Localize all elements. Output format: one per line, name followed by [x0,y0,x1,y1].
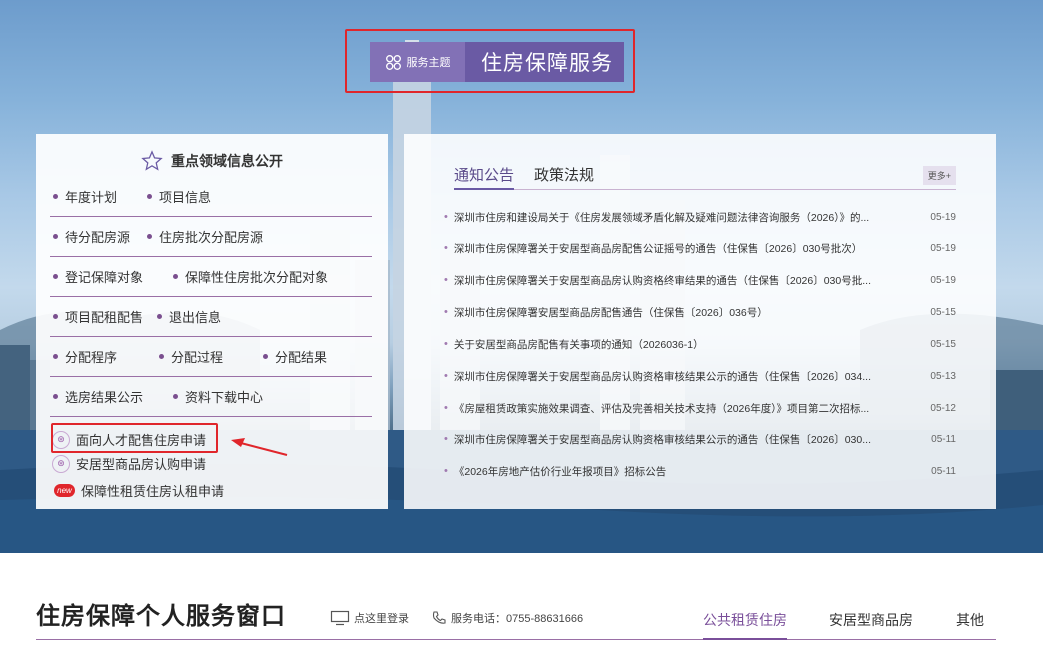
news-title: 深圳市住房保障署关于安居型商品房认购资格审核结果公示的通告（住保售〔2026〕0… [453,370,871,383]
link-registered-objects[interactable]: 登记保障对象 [53,267,143,286]
news-item[interactable]: 深圳市住房保障署关于安居型商品房认购资格审核结果公示的通告（住保售〔2026〕0… [444,429,956,449]
news-date: 05-11 [931,465,956,477]
link-exit-info[interactable]: 退出信息 [157,307,221,326]
tab-notices[interactable]: 通知公告 [454,164,515,190]
news-date: 05-11 [931,433,956,445]
key-info-row: 年度计划 项目信息 [50,177,372,217]
news-item[interactable]: 《2026年房地产估价行业年报项目》招标公告 05-11 [444,461,956,481]
news-title: 关于安居型商品房配售有关事项的通知（2026036-1） [453,338,704,351]
highlight-box [51,423,218,453]
link-project-info[interactable]: 项目信息 [147,187,211,206]
link-download-center[interactable]: 资料下载中心 [173,387,263,406]
news-date: 05-19 [930,211,956,223]
key-info-row: 选房结果公示 资料下载中心 [50,377,372,417]
affordable-housing-application-link[interactable]: ⊛ 安居型商品房认购申请 [52,454,206,473]
application-label: 保障性租赁住房认租申请 [81,484,225,499]
news-date: 05-19 [930,242,956,254]
key-info-header: 重点领域信息公开 [36,150,388,172]
news-title: 深圳市住房保障署安居型商品房配售通告（住保售〔2026〕036号） [453,306,768,319]
login-label: 点这里登录 [354,613,409,625]
arrow-annotation-icon [231,438,288,456]
phone-label: 服务电话：0755-88631666 [451,613,584,625]
news-item[interactable]: 深圳市住房保障署关于安居型商品房配售公证摇号的通告（住保售〔2026〕030号批… [444,238,956,258]
link-batch-objects[interactable]: 保障性住房批次分配对象 [173,267,328,286]
link-allocation-result[interactable]: 分配结果 [263,347,327,366]
tab-public-rental[interactable]: 公共租赁住房 [703,610,787,640]
phone-icon [432,611,446,624]
news-title: 深圳市住房和建设局关于《住房发展领域矛盾化解及疑难问题法律咨询服务（2026）》… [453,211,870,224]
page-title: 住房保障服务 [481,52,613,75]
login-link[interactable]: 点这里登录 [330,610,409,626]
link-allocation-procedure[interactable]: 分配程序 [53,347,117,366]
news-item[interactable]: 深圳市住房保障署关于安居型商品房认购资格审核结果公示的通告（住保售〔2026〕0… [444,366,956,386]
service-phone: 服务电话：0755-88631666 [431,610,583,626]
news-date: 05-15 [930,306,956,318]
section-title: 住房保障个人服务窗口 [36,603,286,630]
tab-affordable-housing[interactable]: 安居型商品房 [829,610,913,640]
news-item[interactable]: 深圳市住房和建设局关于《住房发展领域矛盾化解及疑难问题法律咨询服务（2026）》… [444,207,956,227]
link-selection-results[interactable]: 选房结果公示 [53,387,143,406]
news-item[interactable]: 关于安居型商品房配售有关事项的通知（2026036-1） 05-15 [444,334,956,354]
more-button[interactable]: 更多+ [922,166,956,185]
key-info-row: 待分配房源 住房批次分配房源 [50,217,372,257]
link-project-allocation[interactable]: 项目配租配售 [53,307,143,326]
news-item[interactable]: 深圳市住房保障署关于安居型商品房认购资格终审结果的通告（住保售〔2026〕030… [444,270,956,290]
application-label: 安居型商品房认购申请 [76,457,207,472]
news-date: 05-13 [930,370,956,382]
news-title: 深圳市住房保障署关于安居型商品房配售公证摇号的通告（住保售〔2026〕030号批… [453,242,863,255]
news-title: 《房屋租赁政策实施效果调查、评估及完善相关技术支持（2026年度）》项目第二次招… [453,402,870,415]
tab-other[interactable]: 其他 [956,610,984,640]
news-date: 05-12 [930,402,956,414]
news-title: 深圳市住房保障署关于安居型商品房认购资格终审结果的通告（住保售〔2026〕030… [453,274,871,287]
personal-service-window: 住房保障个人服务窗口 点这里登录 服务电话：0755-88631666 公共租赁… [36,590,996,640]
link-allocation-process[interactable]: 分配过程 [159,347,223,366]
notice-tabs: 通知公告 政策法规 更多+ [454,164,956,190]
news-item[interactable]: 《房屋租赁政策实施效果调查、评估及完善相关技术支持（2026年度）》项目第二次招… [444,398,956,418]
notice-panel: 通知公告 政策法规 更多+ 深圳市住房和建设局关于《住房发展领域矛盾化解及疑难问… [404,134,996,509]
news-date: 05-19 [930,274,956,286]
rental-housing-application-link[interactable]: new 保障性租赁住房认租申请 [54,481,224,500]
star-icon [141,150,163,171]
key-info-row: 分配程序 分配过程 分配结果 [50,337,372,377]
news-title: 《2026年房地产估价行业年报项目》招标公告 [453,465,667,478]
grid-icon [385,54,401,70]
service-theme-banner: 服务主题 住房保障服务 [370,42,624,82]
key-info-title: 重点领域信息公开 [171,153,283,169]
link-batch-housing[interactable]: 住房批次分配房源 [147,227,263,246]
tab-policies[interactable]: 政策法规 [534,164,594,190]
document-icon: ⊛ [52,454,70,473]
service-theme-label: 服务主题 [406,57,451,69]
news-title: 深圳市住房保障署关于安居型商品房认购资格审核结果公示的通告（住保售〔2026〕0… [453,433,871,446]
link-annual-plan[interactable]: 年度计划 [53,187,117,206]
link-pending-housing[interactable]: 待分配房源 [53,227,130,246]
monitor-icon [330,610,350,626]
key-info-row: 项目配租配售 退出信息 [50,297,372,337]
news-item[interactable]: 深圳市住房保障署安居型商品房配售通告（住保售〔2026〕036号） 05-15 [444,302,956,322]
new-badge: new [54,484,75,497]
theme-highlight-box: 服务主题 住房保障服务 [345,29,635,93]
key-info-row: 登记保障对象 保障性住房批次分配对象 [50,257,372,297]
news-date: 05-15 [930,338,956,350]
service-theme-tag: 服务主题 [370,42,465,82]
